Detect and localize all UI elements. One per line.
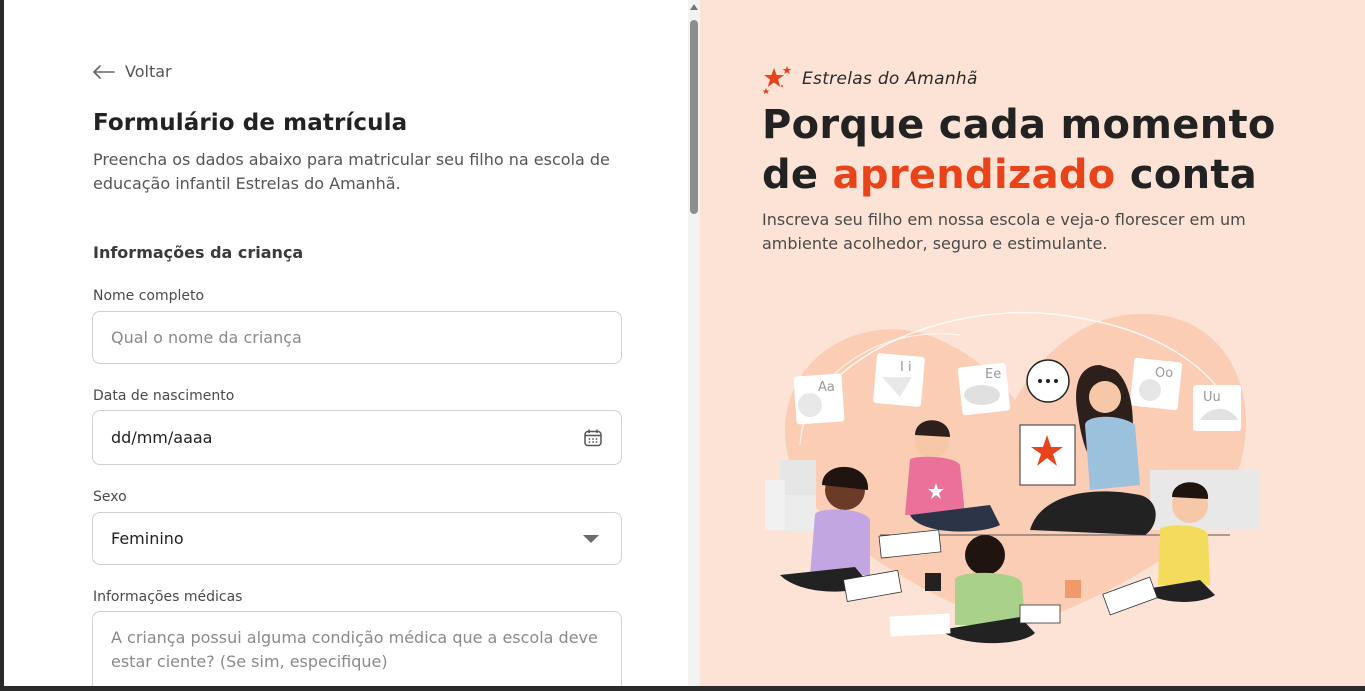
hero-panel: Estrelas do Amanhã Porque cada momento d… (700, 0, 1365, 686)
scroll-up-arrow-icon[interactable] (690, 4, 698, 10)
medical-label: Informações médicas (93, 589, 243, 605)
svg-text:Ee: Ee (985, 367, 1001, 382)
medical-placeholder: A criança possui alguma condição médica … (111, 628, 598, 671)
name-label: Nome completo (93, 288, 205, 304)
hero-lead: Inscreva seu filho em nossa escola e vej… (762, 210, 1246, 253)
birth-date-input[interactable]: dd/mm/aaaa (92, 410, 622, 465)
scrollbar-thumb[interactable] (690, 20, 698, 214)
svg-text:Aa: Aa (818, 380, 835, 395)
calendar-icon[interactable] (583, 428, 603, 448)
name-placeholder: Qual o nome da criança (111, 328, 302, 347)
headline-accent: aprendizado (832, 152, 1116, 198)
sex-select[interactable]: Feminino (92, 512, 622, 565)
star-logo-icon (762, 66, 792, 94)
section-title-child: Informações da criança (93, 243, 304, 262)
page-subtitle: Preencha os dados abaixo para matricular… (93, 150, 610, 193)
form-panel: Voltar Formulário de matrícula Preencha … (4, 0, 700, 686)
birth-date-value: dd/mm/aaaa (111, 428, 213, 447)
arrow-left-icon (93, 64, 115, 79)
headline-part2: conta (1115, 152, 1258, 198)
hero-headline: Porque cada momento de aprendizado conta (762, 100, 1322, 200)
page-title: Formulário de matrícula (93, 110, 408, 136)
app-window: Voltar Formulário de matrícula Preencha … (4, 0, 1365, 686)
back-label: Voltar (125, 62, 172, 81)
brand-name: Estrelas do Amanhã (802, 69, 978, 89)
scrollbar[interactable] (688, 0, 700, 686)
classroom-illustration: Aa I i Ee Oo Uu (765, 311, 1260, 644)
name-input[interactable]: Qual o nome da criança (92, 311, 622, 364)
svg-text:Uu: Uu (1203, 390, 1221, 405)
sex-value: Feminino (111, 529, 184, 548)
brand: Estrelas do Amanhã (762, 64, 978, 94)
svg-text:Oo: Oo (1155, 366, 1173, 381)
medical-textarea[interactable]: A criança possui alguma condição médica … (92, 611, 622, 686)
back-link[interactable]: Voltar (93, 62, 172, 81)
birth-date-label: Data de nascimento (93, 388, 235, 404)
sex-label: Sexo (93, 489, 127, 505)
svg-text:I i: I i (900, 360, 912, 375)
chevron-down-icon (583, 534, 599, 543)
